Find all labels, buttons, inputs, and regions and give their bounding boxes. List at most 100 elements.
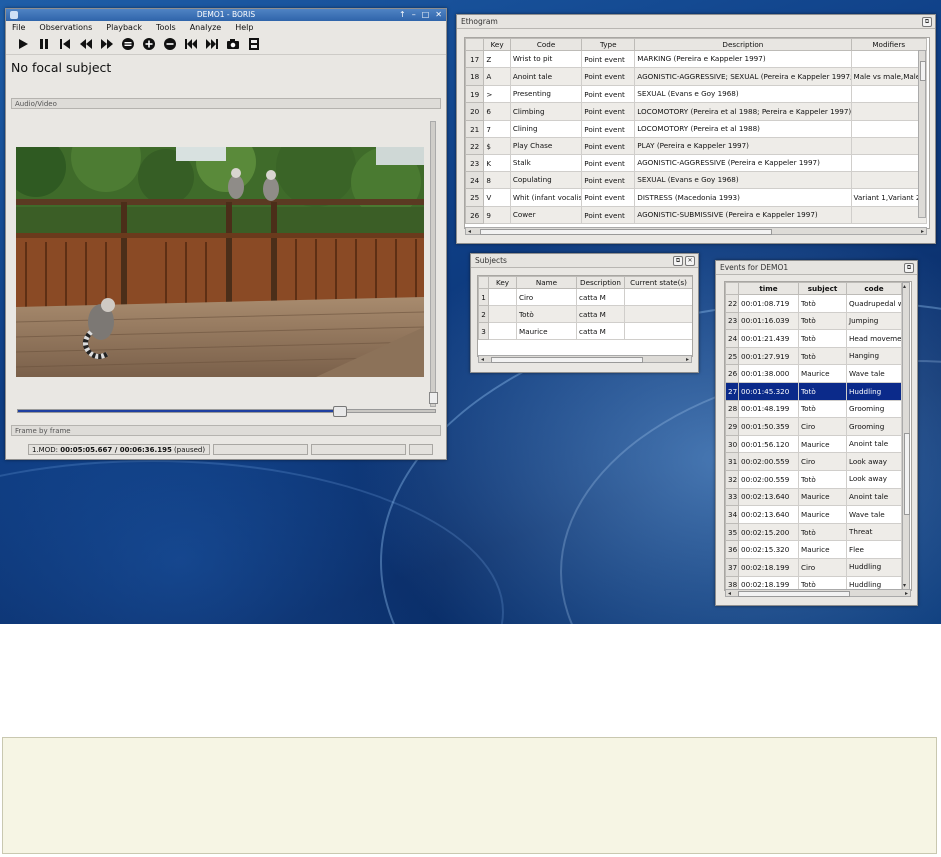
event-subject[interactable]: Totò bbox=[798, 329, 847, 348]
menu-help[interactable]: Help bbox=[235, 21, 253, 34]
ethogram-header-key[interactable]: Key bbox=[483, 38, 511, 51]
subjects-header-name[interactable]: Name bbox=[516, 276, 577, 289]
behavior-key[interactable]: 8 bbox=[483, 171, 511, 189]
scroll-up-icon[interactable]: ▴ bbox=[903, 283, 906, 290]
events-vertical-scrollbar[interactable]: ▴ ▾ bbox=[902, 282, 910, 590]
behavior-description[interactable]: DISTRESS (Macedonia 1993) bbox=[634, 188, 852, 207]
events-header-code[interactable]: code bbox=[846, 282, 902, 295]
behavior-description[interactable]: PLAY (Pereira e Kappeler 1997) bbox=[634, 137, 852, 155]
behavior-modifiers[interactable] bbox=[850, 102, 927, 121]
events-horizontal-scrollbar[interactable]: ◂ ▸ bbox=[725, 589, 911, 597]
undock-icon[interactable]: ⧉ bbox=[904, 263, 914, 273]
subject-name[interactable]: Ciro bbox=[516, 288, 577, 306]
row-number[interactable]: 29 bbox=[725, 417, 739, 436]
behavior-type[interactable]: Point event bbox=[581, 154, 636, 172]
behavior-modifiers[interactable] bbox=[850, 171, 927, 189]
zoom-in-icon[interactable] bbox=[141, 36, 157, 52]
jump-backward-icon[interactable] bbox=[120, 36, 136, 52]
behavior-modifiers[interactable] bbox=[850, 85, 927, 103]
scroll-left-icon[interactable]: ◂ bbox=[481, 356, 484, 363]
event-row[interactable]: 23 00:01:16.039 Totò Jumping bbox=[725, 311, 902, 331]
close-icon[interactable]: ✕ bbox=[685, 256, 695, 266]
row-number[interactable]: 25 bbox=[725, 346, 739, 366]
event-code[interactable]: Jumping bbox=[846, 311, 902, 331]
fast-forward-icon[interactable] bbox=[99, 36, 115, 52]
event-time[interactable]: 00:01:50.359 bbox=[738, 417, 799, 436]
behavior-code[interactable]: Clining bbox=[509, 120, 583, 138]
event-row[interactable]: 30 00:01:56.120 Maurice Anoint tale bbox=[725, 434, 902, 454]
behavior-type[interactable]: Point event bbox=[581, 120, 636, 138]
subject-name[interactable]: Totò bbox=[516, 305, 577, 323]
subjects-header-description[interactable]: Description bbox=[576, 276, 625, 289]
row-number[interactable]: 25 bbox=[465, 188, 485, 207]
behavior-description[interactable]: AGONISTIC-AGGRESSIVE; SEXUAL (Pereira e … bbox=[634, 67, 852, 86]
row-number[interactable]: 21 bbox=[465, 120, 485, 138]
row-number[interactable]: 2 bbox=[478, 305, 489, 323]
menu-observations[interactable]: Observations bbox=[39, 21, 92, 34]
event-code[interactable]: Look away bbox=[846, 452, 902, 471]
row-number[interactable]: 23 bbox=[465, 154, 485, 172]
scroll-left-icon[interactable]: ◂ bbox=[468, 228, 471, 235]
event-subject[interactable]: Totò bbox=[798, 294, 847, 313]
zoom-out-icon[interactable] bbox=[162, 36, 178, 52]
subject-description[interactable]: catta M bbox=[576, 322, 625, 340]
ethogram-header-description[interactable]: Description bbox=[634, 38, 852, 51]
ethogram-row[interactable]: 18 A Anoint tale Point event AGONISTIC-AGGRE… bbox=[465, 67, 927, 86]
event-subject[interactable]: Totò bbox=[798, 469, 847, 489]
behavior-key[interactable]: 6 bbox=[483, 102, 511, 121]
event-subject[interactable]: Maurice bbox=[798, 505, 847, 524]
event-subject[interactable]: Ciro bbox=[798, 452, 847, 471]
subject-row[interactable]: 1 Ciro catta M bbox=[478, 288, 692, 306]
behavior-type[interactable]: Point event bbox=[581, 171, 636, 189]
event-subject[interactable]: Maurice bbox=[798, 364, 847, 383]
event-row[interactable]: 31 00:02:00.559 Ciro Look away bbox=[725, 452, 902, 471]
row-number[interactable]: 32 bbox=[725, 469, 739, 489]
event-time[interactable]: 00:01:27.919 bbox=[738, 346, 799, 366]
ethogram-header-index[interactable] bbox=[465, 38, 485, 51]
seek-slider[interactable] bbox=[17, 406, 436, 417]
event-row[interactable]: 35 00:02:15.200 Totò Threat bbox=[725, 522, 902, 542]
event-subject[interactable]: Ciro bbox=[798, 557, 847, 577]
behavior-modifiers[interactable] bbox=[850, 206, 927, 224]
row-number[interactable]: 27 bbox=[725, 381, 739, 401]
behavior-code[interactable]: Whit (infant vocalisation) bbox=[509, 188, 583, 207]
ethogram-row[interactable]: 22 $ Play Chase Point event PLAY (Pereira e … bbox=[465, 137, 927, 155]
row-number[interactable]: 20 bbox=[465, 102, 485, 121]
ethogram-row[interactable]: 21 7 Clining Point event LOCOMOTORY (Pereira… bbox=[465, 120, 927, 138]
subject-key[interactable] bbox=[488, 288, 517, 306]
menu-tools[interactable]: Tools bbox=[156, 21, 176, 34]
subjects-horizontal-scrollbar[interactable]: ◂ ▸ bbox=[478, 355, 692, 363]
pause-icon[interactable] bbox=[36, 36, 52, 52]
subject-current-state[interactable] bbox=[624, 322, 692, 340]
ethogram-header-code[interactable]: Code bbox=[509, 38, 583, 51]
event-time[interactable]: 00:02:18.199 bbox=[738, 557, 799, 577]
behavior-key[interactable]: K bbox=[483, 154, 511, 172]
events-header-subject[interactable]: subject bbox=[798, 282, 847, 295]
row-number[interactable]: 24 bbox=[465, 171, 485, 189]
event-subject[interactable]: Maurice bbox=[798, 434, 847, 454]
scrollbar-thumb[interactable] bbox=[491, 357, 643, 363]
ethogram-row[interactable]: 20 6 Climbing Point event LOCOMOTORY (Pereir… bbox=[465, 102, 927, 121]
window-titlebar[interactable]: DEMO1 - BORIS ↑ – □ ✕ bbox=[6, 9, 446, 21]
behavior-key[interactable]: 7 bbox=[483, 120, 511, 138]
behavior-code[interactable]: Stalk bbox=[509, 154, 583, 172]
behavior-code[interactable]: Presenting bbox=[509, 85, 583, 103]
event-row[interactable]: 27 00:01:45.320 Totò Huddling bbox=[725, 381, 902, 401]
subject-row[interactable]: 2 Totò catta M bbox=[478, 305, 692, 323]
row-number[interactable]: 33 bbox=[725, 487, 739, 507]
frame-icon[interactable] bbox=[246, 36, 262, 52]
video-frame[interactable] bbox=[16, 147, 424, 377]
event-subject[interactable]: Totò bbox=[798, 311, 847, 331]
frame-by-frame-bar[interactable]: Frame by frame bbox=[11, 425, 441, 436]
behavior-description[interactable]: LOCOMOTORY (Pereira et al 1988; Pereira … bbox=[634, 102, 852, 121]
event-code[interactable]: Quadrupedal walking bbox=[846, 294, 902, 313]
behavior-key[interactable]: V bbox=[483, 188, 511, 207]
row-number[interactable]: 22 bbox=[465, 137, 485, 155]
audio-video-bar[interactable]: Audio/Video bbox=[11, 98, 441, 109]
ethogram-header-type[interactable]: Type bbox=[581, 38, 636, 51]
behavior-type[interactable]: Point event bbox=[581, 85, 636, 103]
event-code[interactable]: Hanging bbox=[846, 346, 902, 366]
ethogram-row[interactable]: 19 > Presenting Point event SEXUAL (Evans e … bbox=[465, 85, 927, 103]
subject-description[interactable]: catta M bbox=[576, 288, 625, 306]
event-code[interactable]: Threat bbox=[846, 522, 902, 542]
